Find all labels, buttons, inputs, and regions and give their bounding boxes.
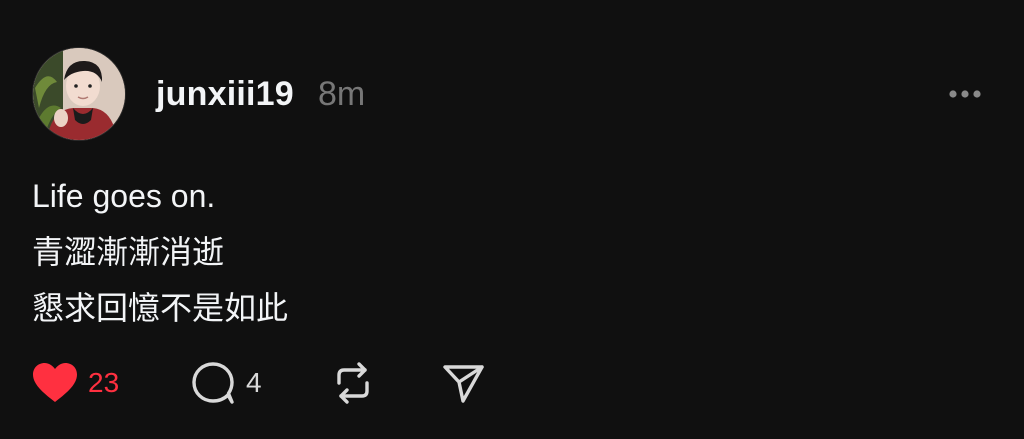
avatar[interactable] <box>32 47 126 141</box>
more-horizontal-icon <box>949 90 981 98</box>
post-text-line: Life goes on. <box>32 178 216 214</box>
send-icon <box>443 365 484 403</box>
heart-filled-icon <box>33 363 77 402</box>
share-button[interactable] <box>440 358 486 408</box>
more-options-button[interactable] <box>940 80 990 108</box>
thread-post: junxiii19 8m Life goes on. 青澀漸漸消逝 懇求回憶不是… <box>0 0 1024 439</box>
timestamp: 8m <box>318 75 366 113</box>
like-count: 23 <box>88 367 120 398</box>
repost-icon <box>337 362 369 404</box>
post-text-line: 懇求回憶不是如此 <box>32 290 289 326</box>
comment-icon <box>192 362 234 404</box>
reply-count: 4 <box>246 367 262 398</box>
repost-button[interactable] <box>330 358 376 408</box>
like-button[interactable]: 23 <box>32 358 119 408</box>
avatar-image <box>33 48 125 140</box>
post-text-line: 青澀漸漸消逝 <box>32 234 225 270</box>
post-content: Life goes on. 青澀漸漸消逝 懇求回憶不是如此 <box>32 168 288 336</box>
reply-button[interactable]: 4 <box>190 358 262 408</box>
username[interactable]: junxiii19 <box>156 74 294 114</box>
